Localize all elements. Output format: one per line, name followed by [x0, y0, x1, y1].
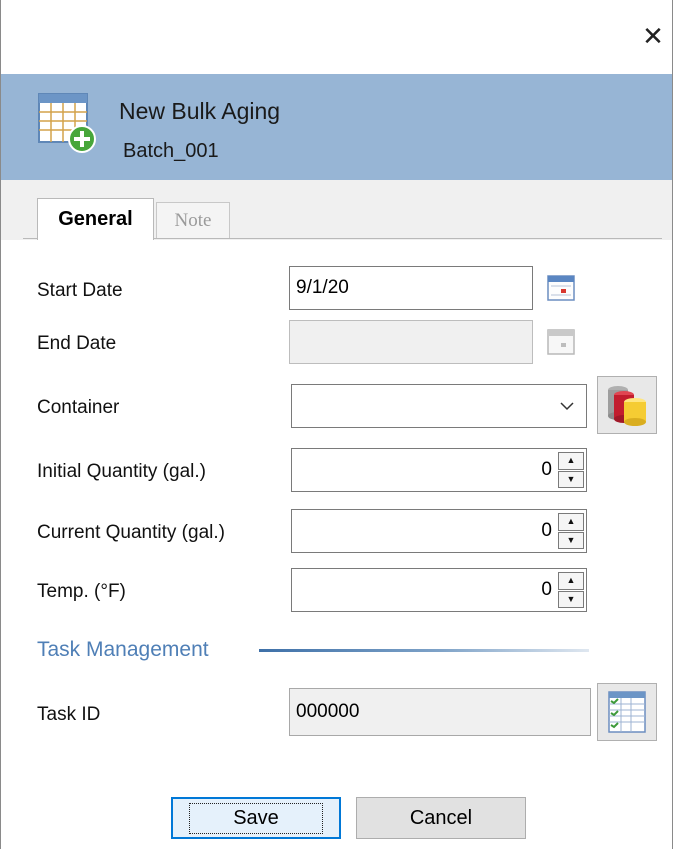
temp-value: 0 — [541, 579, 552, 600]
current-quantity-label: Current Quantity (gal.) — [37, 522, 225, 543]
task-id-field[interactable]: 000000 — [289, 688, 591, 736]
spin-down-icon[interactable]: ▼ — [558, 470, 584, 488]
task-id-label: Task ID — [37, 704, 101, 725]
end-date-input[interactable] — [289, 320, 533, 364]
initial-quantity-stepper[interactable]: ▲ ▼ — [558, 452, 584, 488]
initial-quantity-value: 0 — [541, 459, 552, 480]
chevron-down-icon — [560, 402, 574, 411]
initial-quantity-label: Initial Quantity (gal.) — [37, 461, 206, 482]
title-bar: ✕ — [1, 0, 672, 74]
current-quantity-field[interactable]: 0 ▲ ▼ — [291, 509, 587, 553]
end-date-label: End Date — [37, 333, 117, 354]
calendar-icon[interactable] — [539, 268, 583, 308]
save-button[interactable]: Save — [171, 797, 341, 839]
dialog-window: ✕ New Bulk Aging Batch_001 General Note … — [0, 0, 673, 849]
temp-stepper[interactable]: ▲ ▼ — [558, 572, 584, 608]
dialog-header — [1, 74, 672, 180]
spin-up-icon[interactable]: ▲ — [558, 513, 584, 531]
spin-down-icon[interactable]: ▼ — [558, 531, 584, 549]
temp-label: Temp. (°F) — [37, 581, 126, 602]
dialog-title: New Bulk Aging — [119, 98, 281, 124]
cancel-button[interactable]: Cancel — [356, 797, 526, 839]
spin-up-icon[interactable]: ▲ — [558, 452, 584, 470]
start-date-label: Start Date — [37, 280, 123, 301]
task-management-heading: Task Management — [37, 638, 209, 661]
calendar-disabled-icon[interactable] — [539, 322, 583, 362]
spin-up-icon[interactable]: ▲ — [558, 572, 584, 590]
temp-field[interactable]: 0 ▲ ▼ — [291, 568, 587, 612]
current-quantity-value: 0 — [541, 520, 552, 541]
dialog-subtitle: Batch_001 — [123, 140, 219, 162]
tab-note[interactable]: Note — [156, 202, 230, 238]
initial-quantity-field[interactable]: 0 ▲ ▼ — [291, 448, 587, 492]
current-quantity-stepper[interactable]: ▲ ▼ — [558, 513, 584, 549]
containers-icon[interactable] — [597, 376, 657, 434]
tab-general[interactable]: General — [37, 198, 154, 240]
start-date-input[interactable]: 9/1/20 — [289, 266, 533, 310]
task-list-icon[interactable] — [597, 683, 657, 741]
close-icon[interactable]: ✕ — [638, 22, 668, 52]
spin-down-icon[interactable]: ▼ — [558, 590, 584, 608]
container-select[interactable] — [291, 384, 587, 428]
section-divider — [259, 649, 589, 652]
container-label: Container — [37, 397, 120, 418]
save-button-label: Save — [189, 802, 323, 834]
spreadsheet-add-icon — [38, 93, 96, 153]
